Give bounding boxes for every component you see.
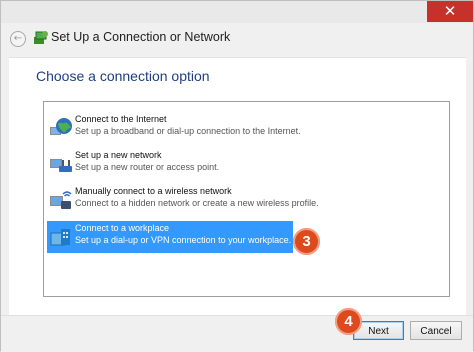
title-bar[interactable]: ✕ — [1, 1, 473, 23]
option-title: Set up a new network — [75, 150, 162, 160]
option-description: Set up a new router or access point. — [75, 162, 220, 172]
page-heading: Choose a connection option — [36, 68, 210, 84]
option-connect-workplace[interactable]: Connect to a workplace Set up a dial-up … — [47, 221, 293, 253]
globe-network-icon — [50, 118, 72, 135]
wireless-network-icon — [50, 191, 72, 209]
option-description: Connect to a hidden network or create a … — [75, 198, 319, 208]
option-wireless-network[interactable]: Manually connect to a wireless network C… — [47, 184, 319, 216]
close-button[interactable]: ✕ — [427, 1, 473, 22]
back-button[interactable]: ← — [10, 31, 26, 47]
router-network-icon — [50, 159, 72, 172]
cancel-button[interactable]: Cancel — [410, 321, 462, 340]
network-setup-icon — [34, 31, 48, 44]
setup-connection-window: ✕ ← Set Up a Connection or Network Choos… — [0, 0, 474, 352]
option-description: Set up a dial-up or VPN connection to yo… — [75, 235, 292, 245]
option-connect-internet[interactable]: Connect to the Internet Set up a broadba… — [47, 112, 301, 144]
option-title: Connect to a workplace — [75, 223, 170, 233]
close-icon[interactable]: ✕ — [444, 2, 457, 20]
step-4-badge: 4 — [335, 308, 362, 335]
option-description: Set up a broadband or dial-up connection… — [75, 126, 301, 136]
option-new-network[interactable]: Set up a new network Set up a new router… — [47, 148, 293, 180]
workplace-icon — [50, 229, 70, 246]
option-title: Connect to the Internet — [75, 114, 167, 124]
option-title: Manually connect to a wireless network — [75, 186, 232, 196]
connection-options-list: Connect to the Internet Set up a broadba… — [43, 101, 450, 297]
step-3-badge: 3 — [293, 228, 320, 255]
back-arrow-icon[interactable]: ← — [14, 33, 22, 44]
window-title: Set Up a Connection or Network — [51, 30, 231, 44]
